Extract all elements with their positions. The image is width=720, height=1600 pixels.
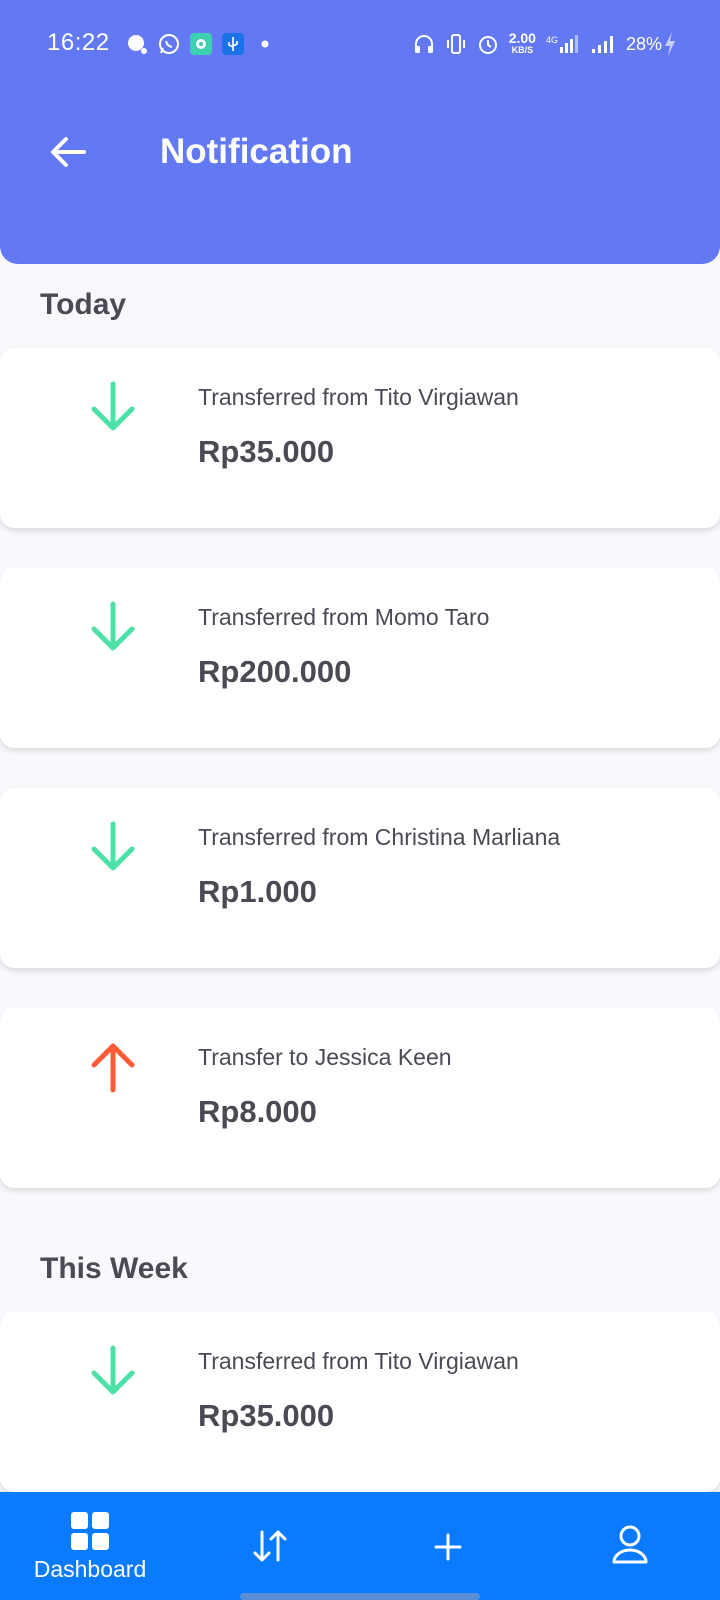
status-right-icons: 2.00 KB/S 4G 28% xyxy=(413,30,676,58)
nav-add[interactable] xyxy=(408,1492,488,1600)
incoming-arrow-icon xyxy=(91,381,135,431)
nav-dashboard[interactable]: Dashboard xyxy=(22,1492,158,1600)
header: 16:22 2.00 KB/S 4G 28% Notification xyxy=(0,0,720,264)
section-title-today: Today xyxy=(40,288,127,321)
more-dot-icon xyxy=(254,33,276,55)
headphones-icon xyxy=(413,33,435,55)
signal-icon xyxy=(590,33,616,55)
notification-card[interactable]: Transferred from Momo Taro Rp200.000 xyxy=(0,568,720,748)
section-title-this-week: This Week xyxy=(40,1252,188,1285)
incoming-arrow-icon xyxy=(91,1345,135,1395)
signal-4g-icon: 4G xyxy=(546,33,580,55)
battery-indicator: 28% xyxy=(626,32,676,56)
usb-icon xyxy=(222,33,244,55)
status-time: 16:22 xyxy=(47,29,110,56)
notification-amount: Rp35.000 xyxy=(198,1398,335,1433)
outgoing-arrow-icon xyxy=(91,1043,135,1093)
notification-text: Transferred from Tito Virgiawan xyxy=(198,1348,519,1374)
nav-transfer[interactable] xyxy=(230,1492,310,1600)
alarm-icon xyxy=(477,33,499,55)
notification-card[interactable]: Transferred from Tito Virgiawan Rp35.000 xyxy=(0,1312,720,1492)
back-arrow-icon xyxy=(51,137,86,167)
dashboard-grid-icon xyxy=(71,1512,109,1550)
nav-dashboard-label: Dashboard xyxy=(33,1556,147,1582)
notification-text: Transferred from Christina Marliana xyxy=(198,824,561,850)
transfer-arrows-icon xyxy=(253,1530,287,1562)
battery-level: 28% xyxy=(625,33,662,54)
network-speed: 2.00 KB/S xyxy=(508,30,536,55)
incoming-arrow-icon xyxy=(91,821,135,871)
incoming-arrow-icon xyxy=(91,601,135,651)
notification-card[interactable]: Transferred from Tito Virgiawan Rp35.000 xyxy=(0,348,720,528)
back-button[interactable] xyxy=(44,128,92,176)
nav-profile[interactable] xyxy=(590,1492,670,1600)
status-bar: 16:22 2.00 KB/S 4G 28% xyxy=(0,0,720,88)
user-profile-icon xyxy=(612,1525,648,1564)
notification-text: Transfer to Jessica Keen xyxy=(198,1044,452,1070)
notification-text: Transferred from Tito Virgiawan xyxy=(198,384,519,410)
app-notification-icon xyxy=(190,33,212,55)
notification-amount: Rp8.000 xyxy=(198,1094,317,1129)
home-indicator[interactable] xyxy=(240,1593,480,1600)
whatsapp-icon xyxy=(158,33,180,55)
vibrate-icon xyxy=(445,33,467,55)
notification-text: Transferred from Momo Taro xyxy=(198,604,490,630)
plus-icon xyxy=(434,1533,462,1561)
network-type-label: 4G xyxy=(546,35,558,45)
charging-icon xyxy=(665,32,675,56)
notification-card[interactable]: Transfer to Jessica Keen Rp8.000 xyxy=(0,1008,720,1188)
bottom-navigation: Dashboard xyxy=(0,1492,720,1600)
notification-amount: Rp200.000 xyxy=(198,654,352,689)
notification-amount: Rp35.000 xyxy=(198,434,335,469)
page-title: Notification xyxy=(160,132,353,171)
notification-icons xyxy=(126,31,276,57)
notification-card[interactable]: Transferred from Christina Marliana Rp1.… xyxy=(0,788,720,968)
notification-amount: Rp1.000 xyxy=(198,874,317,909)
chat-bubble-icon xyxy=(126,33,148,55)
